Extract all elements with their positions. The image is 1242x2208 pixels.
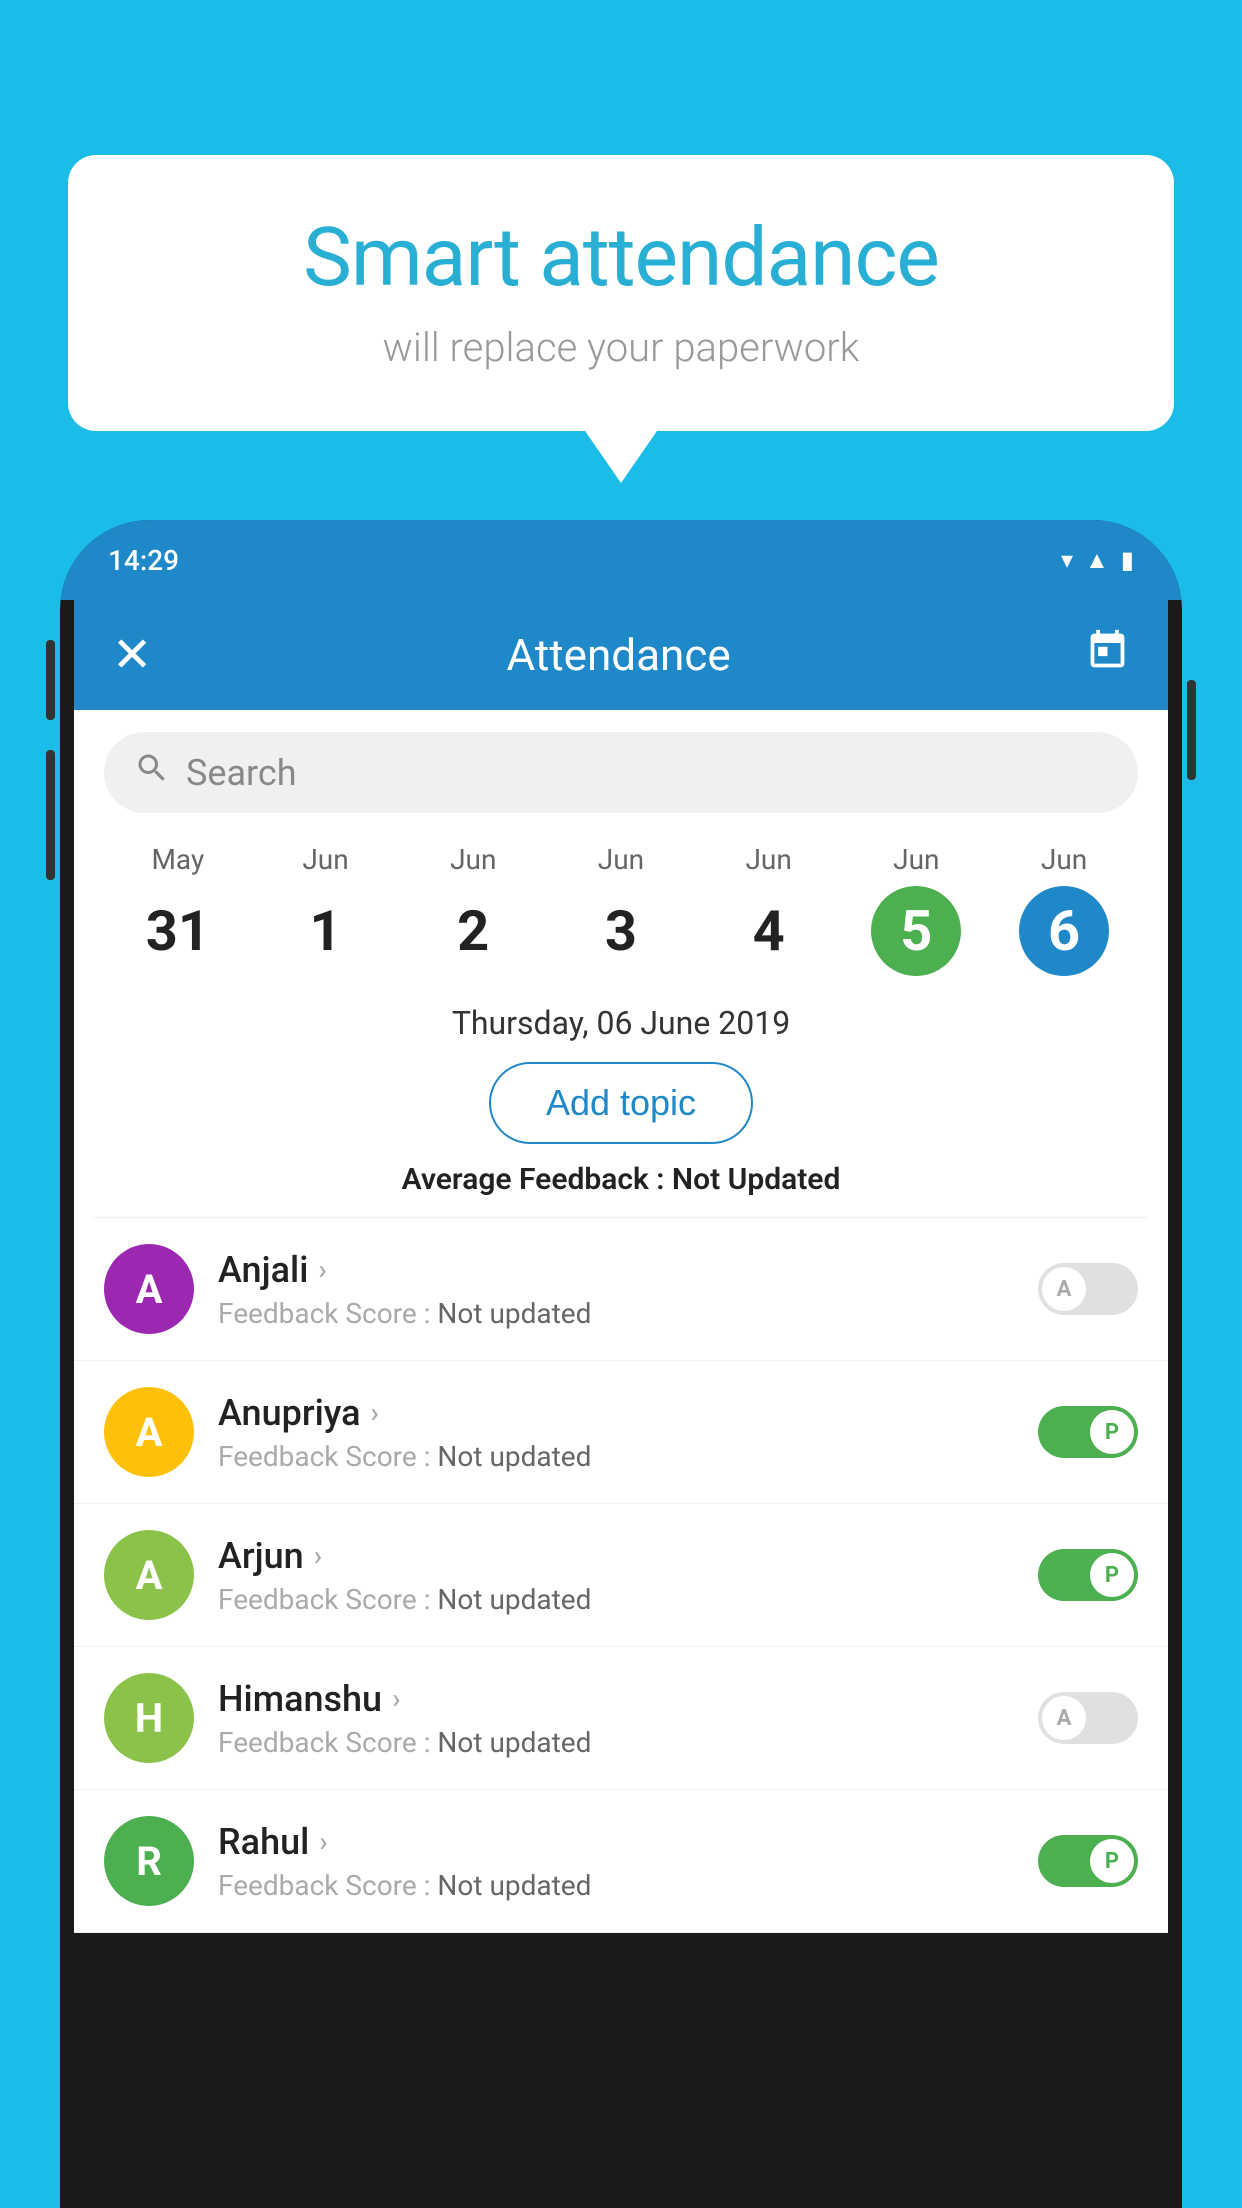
student-feedback: Feedback Score : Not updated bbox=[218, 1869, 1014, 1902]
cal-month-label: Jun bbox=[302, 843, 348, 876]
add-topic-button[interactable]: Add topic bbox=[489, 1062, 753, 1144]
cal-date-num: 6 bbox=[1019, 886, 1109, 976]
close-button[interactable]: ✕ bbox=[112, 631, 152, 679]
avatar: A bbox=[104, 1530, 194, 1620]
phone-power-button bbox=[1187, 680, 1196, 780]
chevron-icon: › bbox=[392, 1682, 400, 1715]
student-info: Anupriya › Feedback Score : Not updated bbox=[218, 1392, 1014, 1473]
calendar-day-6[interactable]: Jun 6 bbox=[1019, 843, 1109, 976]
signal-icon: ▲ bbox=[1085, 546, 1109, 575]
search-bar[interactable]: Search bbox=[104, 732, 1138, 813]
cal-month-label: Jun bbox=[893, 843, 939, 876]
attendance-toggle[interactable]: P bbox=[1038, 1835, 1138, 1887]
student-feedback: Feedback Score : Not updated bbox=[218, 1583, 1014, 1616]
search-icon bbox=[134, 750, 170, 795]
avatar: R bbox=[104, 1816, 194, 1906]
phone-vol-down-button bbox=[46, 750, 55, 880]
student-feedback: Feedback Score : Not updated bbox=[218, 1297, 1014, 1330]
calendar-day-5[interactable]: Jun 5 bbox=[871, 843, 961, 976]
cal-date-num: 31 bbox=[133, 886, 223, 976]
avatar: A bbox=[104, 1244, 194, 1334]
app-header: ✕ Attendance bbox=[74, 600, 1168, 710]
student-list: AAnjali ›Feedback Score : Not updatedAAA… bbox=[74, 1218, 1168, 1933]
student-info: Himanshu › Feedback Score : Not updated bbox=[218, 1678, 1014, 1759]
student-item: A Anupriya › Feedback Score : Not updated P bbox=[74, 1361, 1168, 1504]
cal-month-label: Jun bbox=[450, 843, 496, 876]
student-name[interactable]: Anjali › bbox=[218, 1249, 1014, 1291]
toggle-thumb: A bbox=[1042, 1696, 1086, 1740]
student-name[interactable]: Anupriya › bbox=[218, 1392, 1014, 1434]
student-info: Rahul › Feedback Score : Not updated bbox=[218, 1821, 1014, 1902]
toggle-thumb: A bbox=[1042, 1267, 1086, 1311]
date-label: Thursday, 06 June 2019 bbox=[74, 986, 1168, 1052]
attendance-toggle[interactable]: A bbox=[1038, 1263, 1138, 1315]
calendar-strip: May 31 Jun 1 Jun 2 Jun 3 Jun 4 Jun 5 Jun 6 bbox=[74, 813, 1168, 986]
search-input[interactable]: Search bbox=[186, 752, 1108, 794]
app-title: Attendance bbox=[152, 629, 1085, 681]
student-item: H Himanshu › Feedback Score : Not updated A bbox=[74, 1647, 1168, 1790]
speech-subtitle: will replace your paperwork bbox=[128, 324, 1114, 371]
calendar-day-1[interactable]: Jun 1 bbox=[281, 843, 371, 976]
attendance-toggle[interactable]: A bbox=[1038, 1692, 1138, 1744]
chevron-icon: › bbox=[318, 1253, 326, 1286]
cal-month-label: Jun bbox=[1041, 843, 1087, 876]
chevron-icon: › bbox=[314, 1539, 322, 1572]
student-item: R Rahul › Feedback Score : Not updated P bbox=[74, 1790, 1168, 1933]
wifi-icon: ▾ bbox=[1061, 546, 1073, 574]
status-bar: 14:29 ▾ ▲ ▮ bbox=[60, 520, 1182, 600]
speech-bubble: Smart attendance will replace your paper… bbox=[68, 155, 1174, 431]
phone-frame: 14:29 ▾ ▲ ▮ ✕ Attendance Search bbox=[60, 520, 1182, 2208]
toggle-thumb: P bbox=[1090, 1553, 1134, 1597]
calendar-day-0[interactable]: May 31 bbox=[133, 843, 223, 976]
status-icons: ▾ ▲ ▮ bbox=[1061, 546, 1134, 575]
attendance-toggle[interactable]: P bbox=[1038, 1406, 1138, 1458]
student-item: A Arjun › Feedback Score : Not updated P bbox=[74, 1504, 1168, 1647]
calendar-day-4[interactable]: Jun 4 bbox=[724, 843, 814, 976]
student-feedback: Feedback Score : Not updated bbox=[218, 1726, 1014, 1759]
calendar-icon[interactable] bbox=[1085, 628, 1130, 683]
student-name[interactable]: Arjun › bbox=[218, 1535, 1014, 1577]
cal-month-label: May bbox=[151, 843, 204, 876]
speech-bubble-container: Smart attendance will replace your paper… bbox=[68, 155, 1174, 431]
calendar-day-3[interactable]: Jun 3 bbox=[576, 843, 666, 976]
status-time: 14:29 bbox=[108, 544, 179, 577]
cal-date-num: 3 bbox=[576, 886, 666, 976]
cal-date-num: 1 bbox=[281, 886, 371, 976]
student-name[interactable]: Himanshu › bbox=[218, 1678, 1014, 1720]
cal-month-label: Jun bbox=[598, 843, 644, 876]
cal-date-num: 5 bbox=[871, 886, 961, 976]
cal-date-num: 2 bbox=[428, 886, 518, 976]
student-item: A Anjali › Feedback Score : Not updated A bbox=[74, 1218, 1168, 1361]
attendance-toggle[interactable]: P bbox=[1038, 1549, 1138, 1601]
battery-icon: ▮ bbox=[1121, 546, 1134, 574]
phone-screen: ✕ Attendance Search May31Jun1Jun2Jun3Jun… bbox=[74, 600, 1168, 1933]
cal-month-label: Jun bbox=[745, 843, 791, 876]
avatar: H bbox=[104, 1673, 194, 1763]
student-info: Anjali › Feedback Score : Not updated bbox=[218, 1249, 1014, 1330]
calendar-day-2[interactable]: Jun 2 bbox=[428, 843, 518, 976]
speech-title: Smart attendance bbox=[128, 210, 1114, 306]
toggle-thumb: P bbox=[1090, 1839, 1134, 1883]
student-name[interactable]: Rahul › bbox=[218, 1821, 1014, 1863]
phone-vol-up-button bbox=[46, 640, 55, 720]
chevron-icon: › bbox=[319, 1825, 327, 1858]
cal-date-num: 4 bbox=[724, 886, 814, 976]
avatar: A bbox=[104, 1387, 194, 1477]
chevron-icon: › bbox=[371, 1396, 379, 1429]
student-info: Arjun › Feedback Score : Not updated bbox=[218, 1535, 1014, 1616]
student-feedback: Feedback Score : Not updated bbox=[218, 1440, 1014, 1473]
toggle-thumb: P bbox=[1090, 1410, 1134, 1454]
avg-feedback: Average Feedback : Not Updated bbox=[74, 1162, 1168, 1217]
